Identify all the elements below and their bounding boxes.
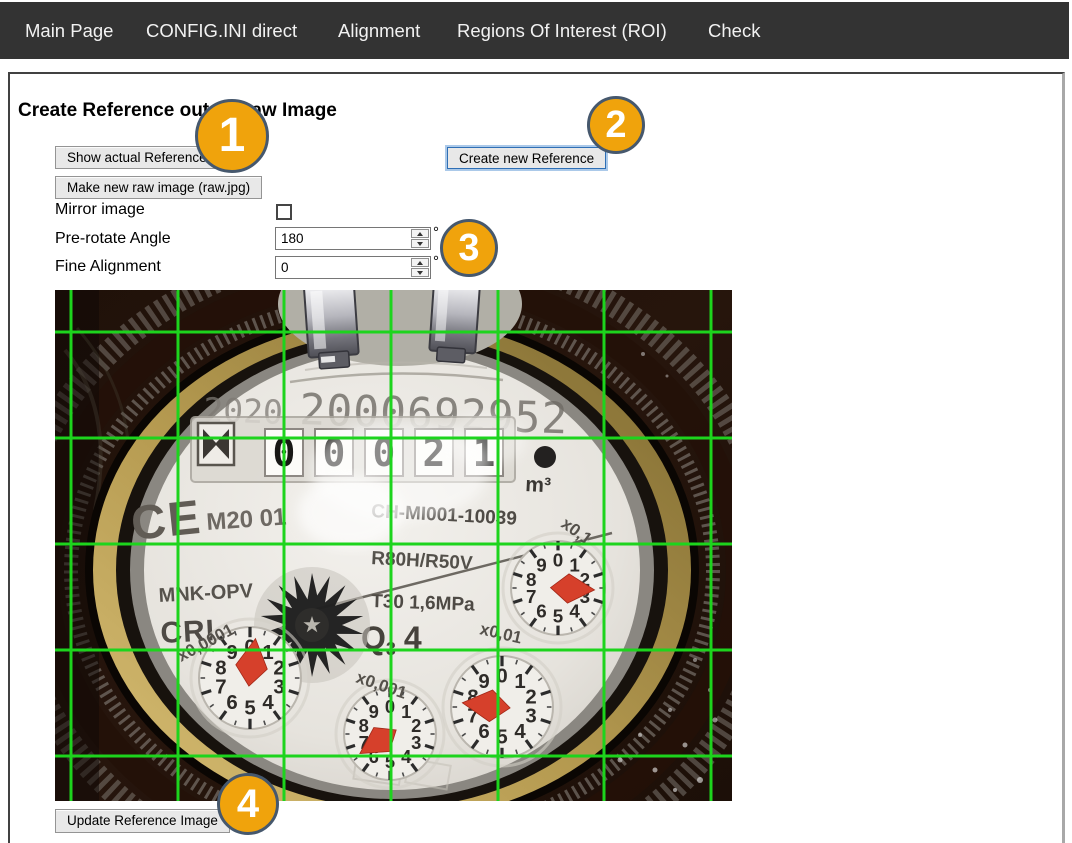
prerotate-degree-unit: ° (433, 224, 439, 241)
dial-number: 5 (553, 606, 563, 627)
prerotate-angle-field (275, 227, 431, 250)
dial-number: 0 (553, 549, 563, 570)
dial-number: 6 (226, 692, 237, 714)
spin-up-icon[interactable] (411, 258, 429, 267)
temp-pressure-marking: T30 1,6MPa (371, 591, 476, 616)
spin-down-icon[interactable] (411, 268, 429, 277)
dial-number: 1 (401, 701, 411, 722)
dial-number: 5 (244, 698, 255, 720)
callout-2: 2 (587, 96, 645, 154)
mirror-image-checkbox[interactable] (276, 204, 292, 220)
ce-mark: CE (129, 491, 205, 551)
nav-item-alignment[interactable]: Alignment (338, 2, 420, 59)
prerotate-spinner (410, 228, 430, 249)
spin-up-icon[interactable] (411, 229, 429, 238)
prerotate-angle-input[interactable] (276, 228, 410, 249)
nav-item-config-ini[interactable]: CONFIG.INI direct (146, 2, 297, 59)
dial-number: 6 (478, 721, 489, 743)
prerotate-angle-label: Pre-rotate Angle (55, 230, 171, 248)
fine-alignment-label: Fine Alignment (55, 258, 161, 276)
dial-number: 3 (411, 732, 421, 753)
app-window: Main Page CONFIG.INI direct Alignment Re… (0, 0, 1072, 843)
dial-number: 6 (536, 600, 546, 621)
nav-item-check[interactable]: Check (708, 2, 760, 59)
dial-number: 8 (359, 715, 369, 736)
dial-number: 9 (226, 642, 237, 664)
dial-number: 4 (262, 692, 274, 714)
meter-photo: 2020 2000692952 0 0 0 2 1 (55, 290, 732, 801)
dial-number: 3 (525, 705, 536, 727)
mirror-image-label: Mirror image (55, 201, 145, 219)
reference-image: 2020 2000692952 0 0 0 2 1 (55, 290, 732, 801)
dial-number: 7 (215, 676, 226, 698)
dial-number: 9 (536, 555, 546, 576)
dial-number: 9 (369, 701, 379, 722)
spin-down-icon[interactable] (411, 239, 429, 248)
fine-alignment-field (275, 256, 431, 279)
update-reference-image-button[interactable]: Update Reference Image (55, 809, 230, 833)
create-new-reference-button[interactable]: Create new Reference (447, 147, 606, 169)
show-actual-reference-button[interactable]: Show actual Reference (55, 146, 219, 169)
callout-4: 4 (217, 773, 279, 835)
make-raw-image-button[interactable]: Make new raw image (raw.jpg) (55, 176, 262, 199)
dial-number: 4 (514, 721, 526, 743)
fine-alignment-spinner (410, 257, 430, 278)
dial-number: 8 (215, 658, 226, 680)
dial-number: 8 (526, 569, 536, 590)
nav-item-roi[interactable]: Regions Of Interest (ROI) (457, 2, 667, 59)
dial-number: 4 (569, 600, 580, 621)
nav-item-main-page[interactable]: Main Page (25, 2, 113, 59)
dial-number: 9 (478, 671, 489, 693)
top-nav: Main Page CONFIG.INI direct Alignment Re… (0, 2, 1069, 59)
page-title: Create Reference out of Raw Image (18, 100, 337, 122)
dial-number: 1 (569, 555, 579, 576)
dial-number: 1 (514, 671, 525, 693)
fine-alignment-input[interactable] (276, 257, 410, 278)
callout-1: 1 (195, 99, 269, 173)
fine-alignment-degree-unit: ° (433, 253, 439, 270)
unit-label: m³ (525, 473, 552, 497)
callout-3: 3 (440, 219, 498, 277)
decimal-dot (534, 446, 556, 468)
approval-mark: M20 01 (206, 503, 288, 536)
